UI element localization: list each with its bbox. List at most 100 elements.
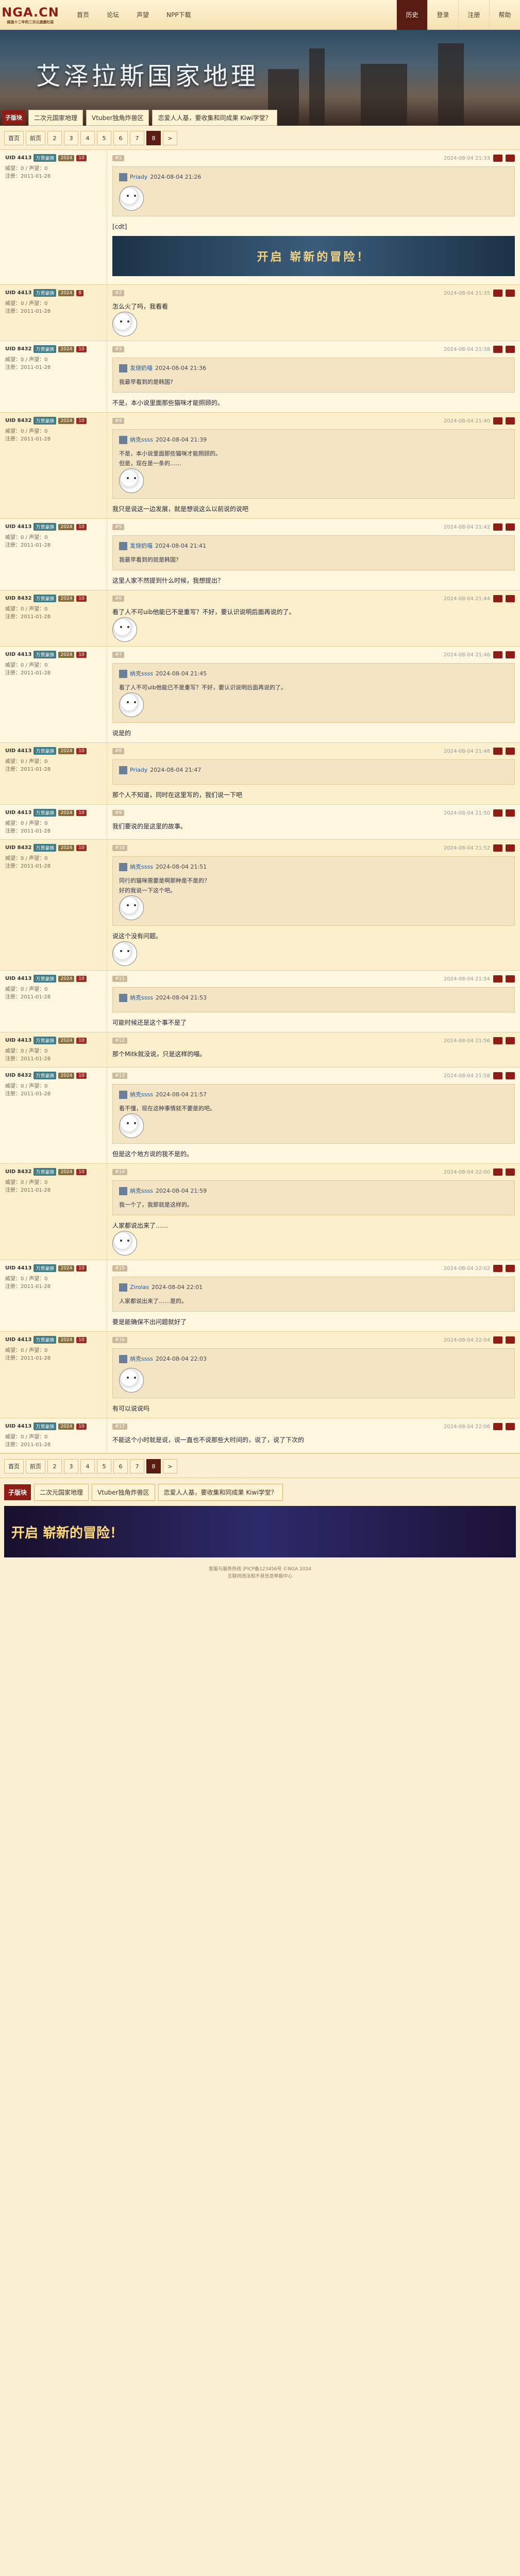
user-id[interactable]: UID 4413	[5, 1337, 31, 1343]
reply-icon[interactable]	[493, 417, 502, 425]
reply-icon[interactable]	[493, 975, 502, 982]
pager-page[interactable]: 7	[130, 1459, 144, 1473]
reply-floor[interactable]: #17	[112, 1423, 127, 1430]
reply-icon[interactable]	[493, 290, 502, 297]
user-id[interactable]: UID 8432	[5, 596, 31, 601]
reply-floor[interactable]: #1	[112, 155, 125, 161]
reply-floor[interactable]: #13	[112, 1073, 127, 1079]
pager-page[interactable]: 2	[47, 131, 62, 145]
reply-icon[interactable]	[493, 1265, 502, 1272]
pager-page[interactable]: 5	[97, 131, 111, 145]
quote-icon[interactable]	[506, 809, 515, 817]
quote-icon[interactable]	[506, 651, 515, 658]
reply-icon[interactable]	[493, 748, 502, 755]
nav-rep[interactable]: 声望	[128, 0, 158, 30]
nav-download[interactable]: NPP下载	[158, 0, 199, 30]
subforum-link[interactable]: 二次元国家地理	[34, 1483, 89, 1501]
reply-floor[interactable]: #8	[112, 748, 125, 754]
user-id[interactable]: UID 8432	[5, 845, 31, 851]
pager-prev[interactable]: 前页	[26, 1459, 45, 1473]
quote-user[interactable]: 纳克ssss	[130, 1186, 153, 1196]
quote-icon[interactable]	[506, 1423, 515, 1430]
pager-page[interactable]: 6	[113, 131, 128, 145]
nav-register[interactable]: 注册	[458, 0, 489, 30]
reply-icon[interactable]	[493, 651, 502, 658]
user-id[interactable]: UID 4413	[5, 976, 31, 981]
quote-icon[interactable]	[506, 155, 515, 162]
reply-floor[interactable]: #14	[112, 1169, 127, 1175]
reply-icon[interactable]	[493, 1168, 502, 1176]
user-id[interactable]: UID 8432	[5, 346, 31, 352]
reply-icon[interactable]	[493, 595, 502, 602]
pager-page[interactable]: 3	[64, 1459, 78, 1473]
nav-history[interactable]: 历史	[396, 0, 427, 30]
quote-icon[interactable]	[506, 844, 515, 852]
quote-user[interactable]: 纳克ssss	[130, 669, 153, 679]
user-id[interactable]: UID 4413	[5, 810, 31, 816]
reply-floor[interactable]: #6	[112, 596, 125, 602]
quote-icon[interactable]	[506, 523, 515, 531]
quote-user[interactable]: Priady	[130, 172, 147, 182]
quote-icon[interactable]	[506, 290, 515, 297]
quote-user[interactable]: 发烧奶喵	[130, 363, 153, 373]
nav-login[interactable]: 登录	[427, 0, 458, 30]
reply-floor[interactable]: #10	[112, 845, 127, 851]
quote-user[interactable]: 纳克ssss	[130, 862, 153, 872]
quote-icon[interactable]	[506, 1072, 515, 1079]
quote-user[interactable]: 纳克ssss	[130, 435, 153, 445]
pager-page[interactable]: 4	[80, 131, 95, 145]
subforum-link[interactable]: 恋爱人人基，要收集和同成果 Kiwi学堂？	[158, 1483, 283, 1501]
quote-user[interactable]: 纳克ssss	[130, 993, 153, 1003]
quote-icon[interactable]	[506, 1168, 515, 1176]
reply-floor[interactable]: #11	[112, 976, 127, 982]
reply-icon[interactable]	[493, 1072, 502, 1079]
user-id[interactable]: UID 4413	[5, 524, 31, 530]
pager-first[interactable]: 首页	[4, 1459, 24, 1473]
reply-icon[interactable]	[493, 844, 502, 852]
reply-icon[interactable]	[493, 1336, 502, 1344]
reply-icon[interactable]	[493, 809, 502, 817]
subforum-link[interactable]: Vtuber独角炸兽区	[92, 1483, 155, 1501]
reply-icon[interactable]	[493, 1037, 502, 1044]
nav-help[interactable]: 帮助	[489, 0, 520, 30]
user-id[interactable]: UID 4413	[5, 155, 31, 161]
quote-user[interactable]: 发烧奶喵	[130, 541, 153, 551]
quote-icon[interactable]	[506, 1265, 515, 1272]
reply-icon[interactable]	[493, 1423, 502, 1430]
user-id[interactable]: UID 4413	[5, 1038, 31, 1043]
pager-page[interactable]: 5	[97, 1459, 111, 1473]
reply-floor[interactable]: #3	[112, 346, 125, 352]
user-id[interactable]: UID 4413	[5, 652, 31, 657]
user-id[interactable]: UID 8432	[5, 1073, 31, 1078]
pager-page[interactable]: 4	[80, 1459, 95, 1473]
reply-icon[interactable]	[493, 346, 502, 353]
subforum-link[interactable]: 恋爱人人基，要收集和同成果 Kiwi学堂？	[152, 109, 277, 126]
user-id[interactable]: UID 4413	[5, 1423, 31, 1429]
user-id[interactable]: UID 4413	[5, 1265, 31, 1271]
pager-page-current[interactable]: 8	[146, 1459, 161, 1473]
pager-page[interactable]: 7	[130, 131, 144, 145]
reply-floor[interactable]: #5	[112, 524, 125, 530]
quote-icon[interactable]	[506, 975, 515, 982]
quote-icon[interactable]	[506, 1336, 515, 1344]
pager-page[interactable]: 2	[47, 1459, 62, 1473]
pager-page-current[interactable]: 8	[146, 131, 161, 145]
user-id[interactable]: UID 4413	[5, 290, 31, 296]
reply-floor[interactable]: #9	[112, 810, 125, 816]
pager-next[interactable]: >	[163, 131, 177, 145]
reply-floor[interactable]: #2	[112, 290, 125, 296]
quote-icon[interactable]	[506, 748, 515, 755]
quote-icon[interactable]	[506, 1037, 515, 1044]
reply-floor[interactable]: #12	[112, 1038, 127, 1044]
pager-page[interactable]: 3	[64, 131, 78, 145]
quote-user[interactable]: 纳克ssss	[130, 1354, 153, 1364]
nav-forum[interactable]: 论坛	[98, 0, 128, 30]
reply-floor[interactable]: #15	[112, 1265, 127, 1272]
inline-ad[interactable]: 开启 崭新的冒险！	[112, 236, 515, 276]
subforum-link[interactable]: Vtuber独角炸兽区	[86, 109, 149, 126]
pager-first[interactable]: 首页	[4, 131, 24, 145]
quote-user[interactable]: Zirolas	[130, 1282, 149, 1292]
site-logo[interactable]: NGA.CN 超過十二年的二次元遊戲社區	[0, 0, 61, 30]
reply-floor[interactable]: #16	[112, 1337, 127, 1343]
quote-user[interactable]: Priady	[130, 765, 147, 775]
